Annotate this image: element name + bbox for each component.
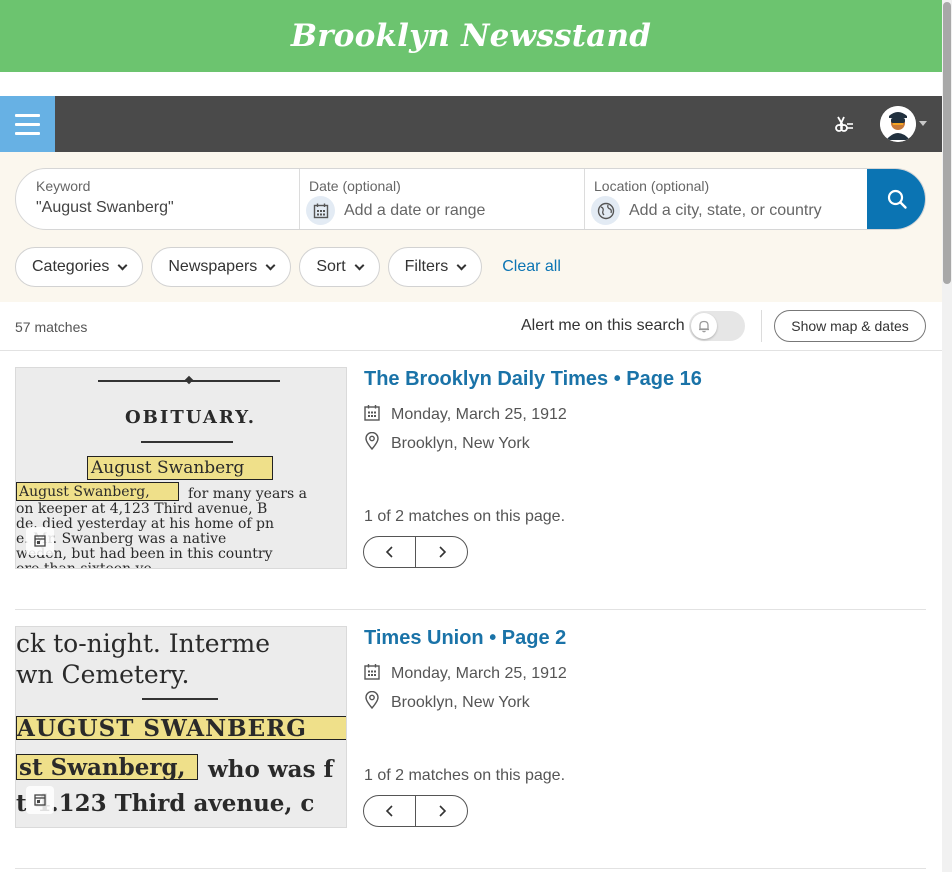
calendar-icon xyxy=(364,404,380,426)
result-thumbnail[interactable]: OBITUARY. August Swanberg August Swanber… xyxy=(15,367,347,569)
result-date: Monday, March 25, 1912 xyxy=(364,404,567,426)
match-info: 1 of 2 matches on this page. xyxy=(364,508,566,525)
result-location: Brooklyn, New York xyxy=(364,431,530,455)
filters-label: Filters xyxy=(404,258,449,275)
snippet-highlight: st Swanberg, xyxy=(16,754,198,780)
chevron-down-icon xyxy=(117,260,128,270)
result-location-text: Brooklyn, New York xyxy=(391,693,530,711)
snippet-text: wn Cemetery. xyxy=(16,660,190,689)
result-card: OBITUARY. August Swanberg August Swanber… xyxy=(15,367,926,607)
snippet-highlight: August Swanberg xyxy=(87,456,273,480)
result-divider xyxy=(15,609,926,610)
chevron-right-icon xyxy=(438,805,446,817)
date-input[interactable]: Add a date or range xyxy=(344,202,485,220)
page-scrollbar[interactable] xyxy=(942,0,952,872)
hamburger-icon[interactable] xyxy=(0,96,55,152)
globe-icon xyxy=(591,196,620,225)
location-input[interactable]: Add a city, state, or country xyxy=(629,202,822,220)
result-title-link[interactable]: The Brooklyn Daily Times • Page 16 xyxy=(364,368,702,391)
snippet-text: for many years a xyxy=(188,486,307,502)
chevron-left-icon xyxy=(385,805,393,817)
chevron-down-icon xyxy=(456,260,467,270)
snippet-text: t 4.123 Third avenue, c xyxy=(16,790,315,817)
match-pager xyxy=(363,536,468,568)
date-field[interactable]: Date (optional) Add a date or range xyxy=(300,169,585,229)
chevron-down-icon xyxy=(354,260,365,270)
result-card: ck to-night. Interme wn Cemetery. AUGUST… xyxy=(15,626,926,866)
location-label: Location (optional) xyxy=(594,178,710,194)
snippet-highlight: AUGUST SWANBERG xyxy=(16,716,346,740)
search-area: Keyword "August Swanberg" Date (optional… xyxy=(0,152,942,302)
keyword-label: Keyword xyxy=(36,178,91,194)
clip-preview-icon[interactable] xyxy=(26,527,54,555)
alert-toggle[interactable] xyxy=(689,311,745,341)
map-pin-icon xyxy=(364,690,380,714)
brand-header: Brooklyn Newsstand xyxy=(0,0,942,72)
result-date-text: Monday, March 25, 1912 xyxy=(391,406,567,423)
previous-match-button[interactable] xyxy=(364,796,415,826)
keyword-input[interactable]: "August Swanberg" xyxy=(36,199,174,217)
clear-all-link[interactable]: Clear all xyxy=(502,258,561,276)
filters-dropdown[interactable]: Filters xyxy=(387,247,483,287)
calendar-icon xyxy=(364,663,380,685)
nav-bar xyxy=(0,96,942,152)
chevron-down-icon[interactable] xyxy=(919,121,927,126)
alert-label: Alert me on this search xyxy=(521,317,685,334)
result-location-text: Brooklyn, New York xyxy=(391,434,530,452)
search-box: Keyword "August Swanberg" Date (optional… xyxy=(15,168,926,230)
match-info: 1 of 2 matches on this page. xyxy=(364,767,566,784)
snippet-highlight: August Swanberg, xyxy=(16,482,179,501)
bell-icon xyxy=(691,313,717,339)
newspapers-label: Newspapers xyxy=(168,258,258,275)
calendar-icon xyxy=(306,196,335,225)
result-location: Brooklyn, New York xyxy=(364,690,530,714)
filter-row: Categories Newspapers Sort Filters Clear… xyxy=(15,247,561,287)
map-pin-icon xyxy=(364,431,380,455)
match-pager xyxy=(363,795,468,827)
date-label: Date (optional) xyxy=(309,178,401,194)
chevron-left-icon xyxy=(385,546,393,558)
match-count: 57 matches xyxy=(15,319,88,335)
next-match-button[interactable] xyxy=(415,537,467,567)
sort-label: Sort xyxy=(316,258,346,275)
result-title-link[interactable]: Times Union • Page 2 xyxy=(364,627,566,650)
result-thumbnail[interactable]: ck to-night. Interme wn Cemetery. AUGUST… xyxy=(15,626,347,828)
chevron-right-icon xyxy=(438,546,446,558)
categories-label: Categories xyxy=(32,258,110,275)
clip-preview-icon[interactable] xyxy=(26,786,54,814)
snippet-text: who was f xyxy=(208,756,334,783)
snippet-heading: OBITUARY. xyxy=(125,407,257,428)
snippet-text: weden, but had been in this country xyxy=(16,546,273,562)
result-date-text: Monday, March 25, 1912 xyxy=(391,665,567,682)
categories-dropdown[interactable]: Categories xyxy=(15,247,144,287)
search-icon[interactable] xyxy=(867,169,925,229)
next-match-button[interactable] xyxy=(415,796,467,826)
user-avatar-icon[interactable] xyxy=(880,106,916,142)
result-date: Monday, March 25, 1912 xyxy=(364,663,567,685)
header-divider xyxy=(761,310,762,342)
scrollbar-thumb[interactable] xyxy=(943,2,951,284)
scissors-icon[interactable] xyxy=(830,110,858,138)
sort-dropdown[interactable]: Sort xyxy=(299,247,380,287)
snippet-text: de. died yesterday at his home of pn xyxy=(16,516,274,532)
chevron-down-icon xyxy=(265,260,276,270)
snippet-text: ore than sixteen ye xyxy=(16,561,152,569)
snippet-text: ck to-night. Interme xyxy=(16,629,271,658)
brand-title[interactable]: Brooklyn Newsstand xyxy=(291,18,651,54)
results-header: 57 matches Alert me on this search Show … xyxy=(0,302,942,351)
snippet-text: on keeper at 4,123 Third avenue, B xyxy=(16,501,268,517)
newspapers-dropdown[interactable]: Newspapers xyxy=(151,247,292,287)
result-divider xyxy=(15,868,926,869)
previous-match-button[interactable] xyxy=(364,537,415,567)
show-map-dates-button[interactable]: Show map & dates xyxy=(774,310,926,342)
keyword-field[interactable]: Keyword "August Swanberg" xyxy=(16,169,300,229)
location-field[interactable]: Location (optional) Add a city, state, o… xyxy=(585,169,869,229)
